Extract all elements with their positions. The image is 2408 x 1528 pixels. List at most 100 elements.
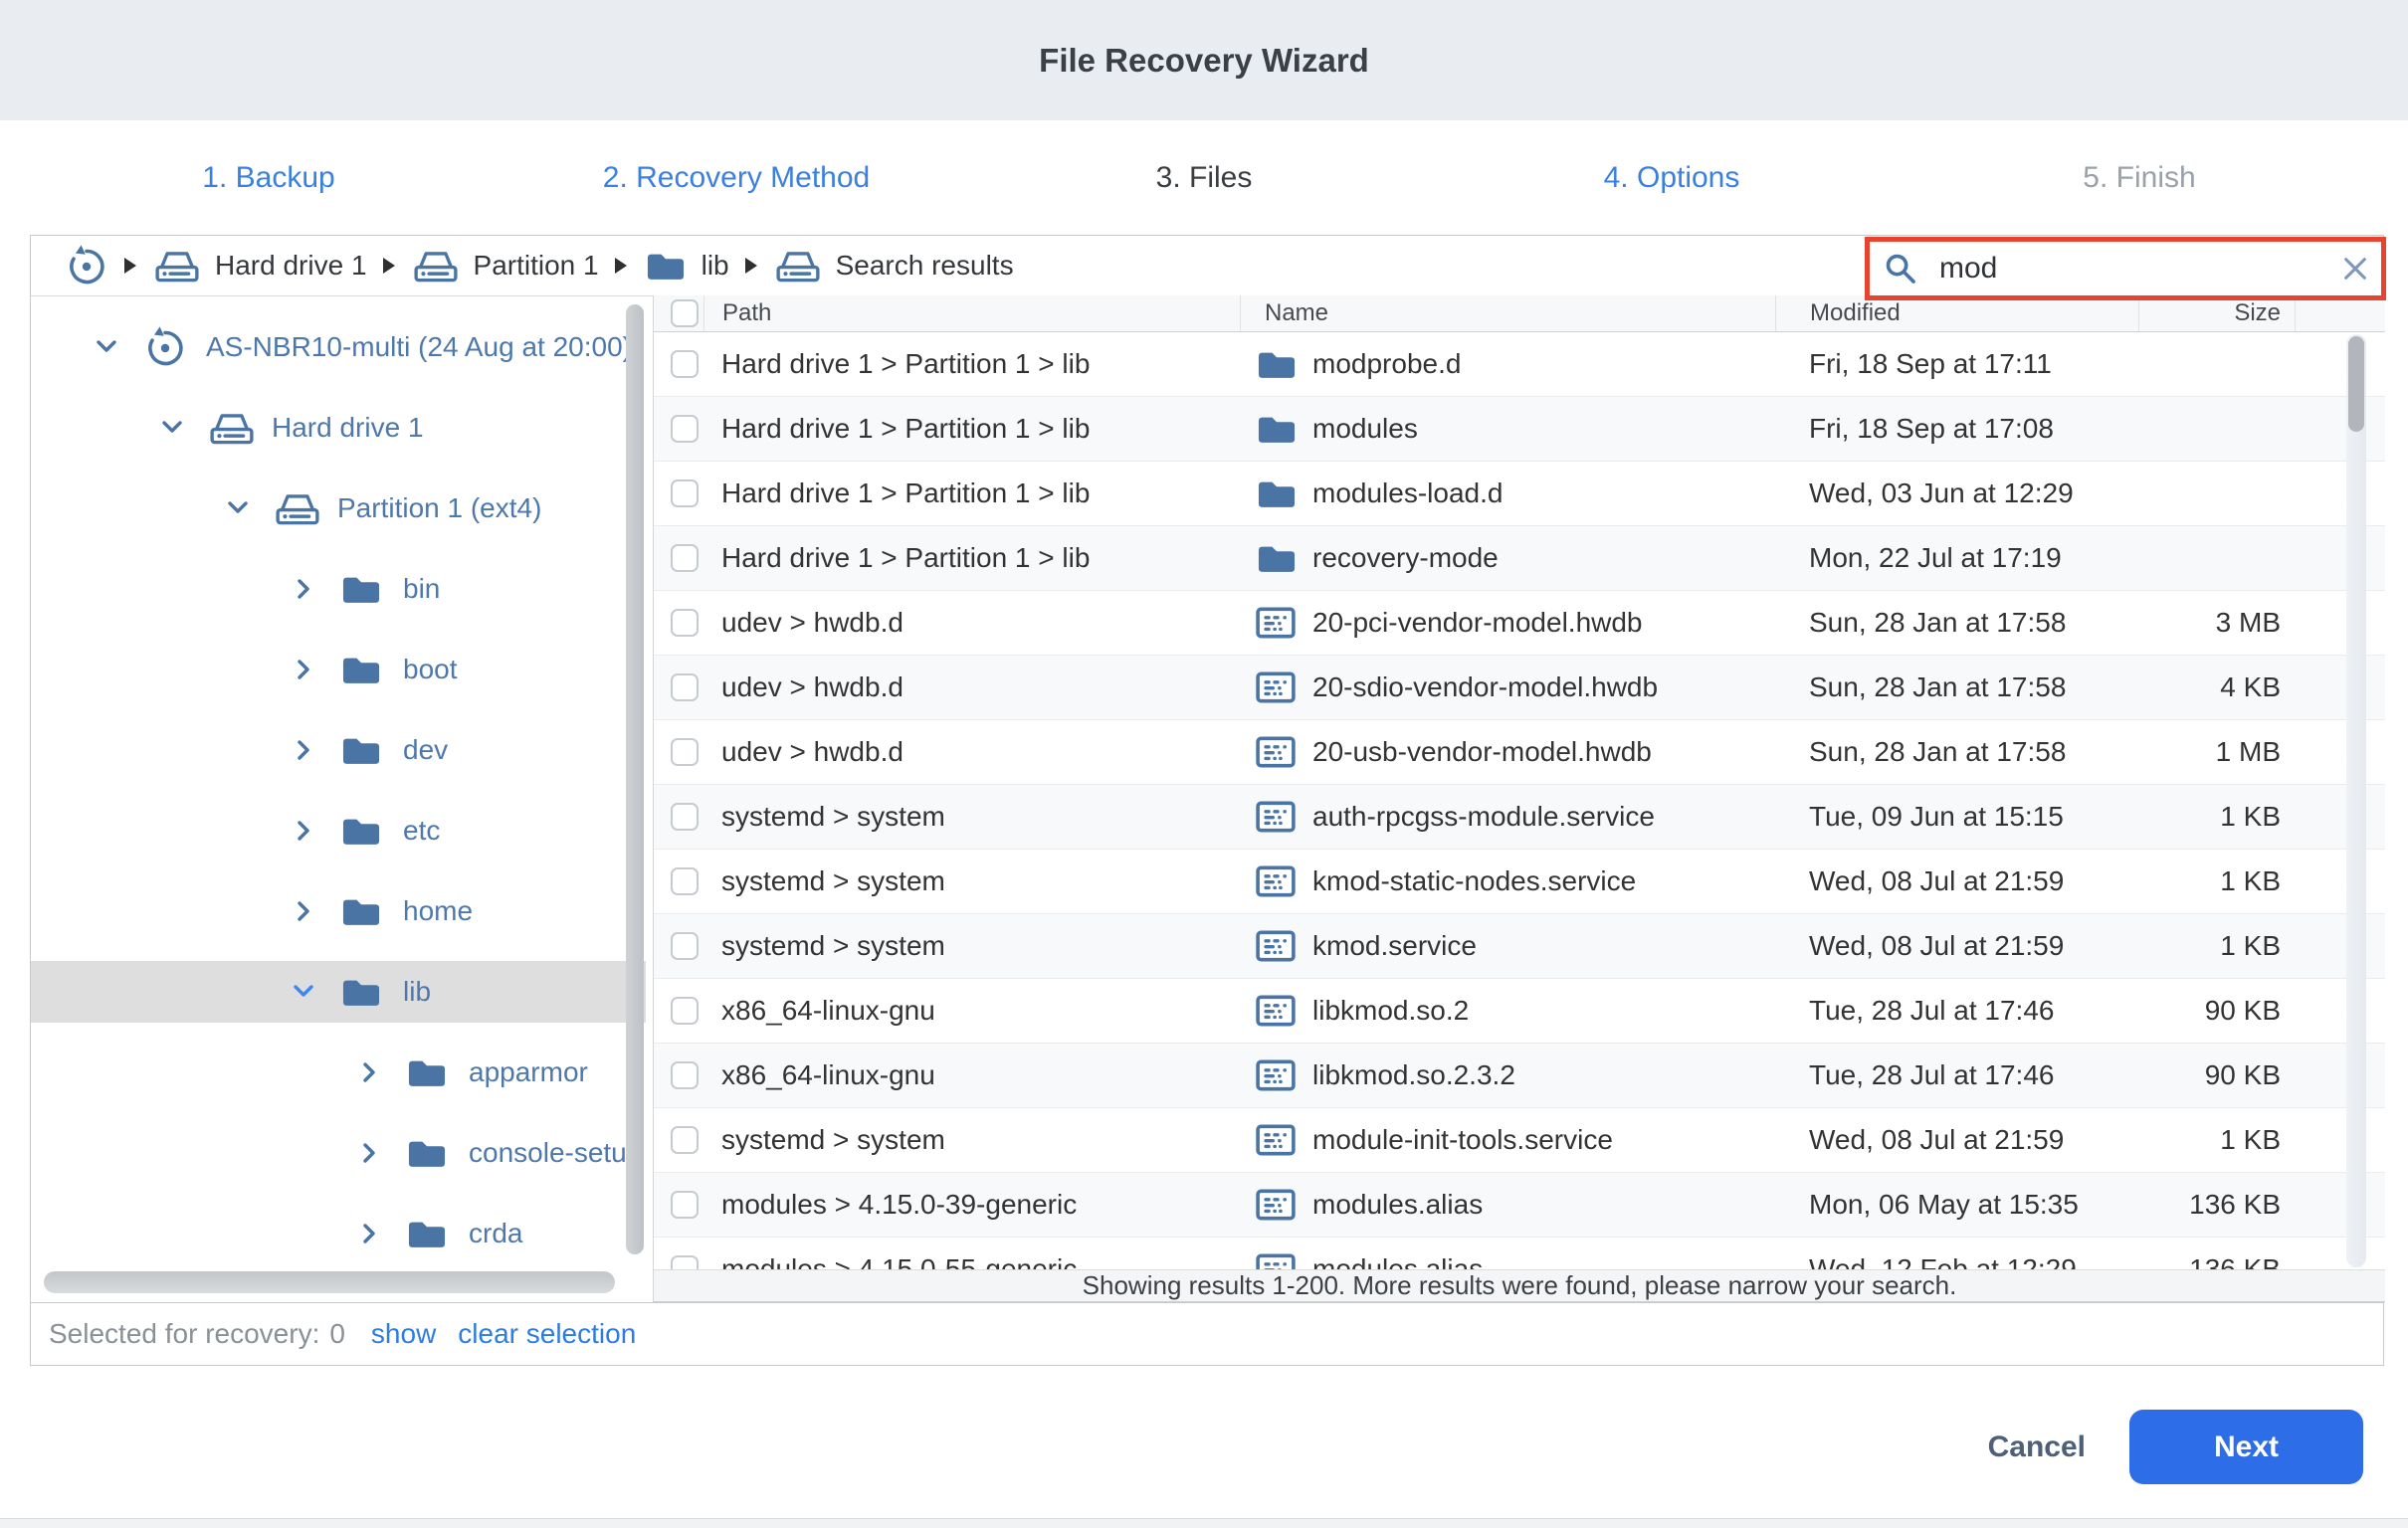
table-row[interactable]: systemd > system kmod-static-nodes.servi… — [654, 850, 2385, 914]
tree-item[interactable]: AS-NBR10-multi (24 Aug at 20:00) — [31, 316, 646, 378]
table-row[interactable]: modules > 4.15.0-39-generic modules.alia… — [654, 1173, 2385, 1238]
tree-item[interactable]: Hard drive 1 — [31, 397, 646, 459]
table-row[interactable]: systemd > system auth-rpcgss-module.serv… — [654, 785, 2385, 850]
breadcrumb-item[interactable]: Hard drive 1 — [124, 248, 367, 284]
hard-drive-icon — [154, 248, 200, 284]
column-header-modified[interactable]: Modified — [1775, 295, 2138, 331]
search-input[interactable] — [1939, 252, 2341, 286]
tree-expander[interactable] — [94, 334, 119, 360]
cell-name: libkmod.so.2 — [1240, 995, 1775, 1027]
row-checkbox[interactable] — [671, 1255, 699, 1269]
folder-icon — [406, 1137, 448, 1170]
step-tab-1[interactable]: 1. Backup — [35, 120, 502, 235]
tree-expander[interactable] — [225, 495, 251, 521]
table-row[interactable]: Hard drive 1 > Partition 1 > lib modprob… — [654, 332, 2385, 397]
search-box — [1865, 237, 2386, 300]
tree-expander[interactable] — [291, 818, 316, 844]
row-checkbox[interactable] — [671, 1061, 699, 1089]
step-tab-2[interactable]: 2. Recovery Method — [502, 120, 970, 235]
next-button[interactable]: Next — [2129, 1410, 2363, 1484]
tree-item[interactable]: dev — [31, 719, 646, 781]
row-checkbox[interactable] — [671, 932, 699, 960]
step-tab-3[interactable]: 3. Files — [970, 120, 1438, 235]
table-row[interactable]: systemd > system module-init-tools.servi… — [654, 1108, 2385, 1173]
step-tab-4[interactable]: 4. Options — [1438, 120, 1906, 235]
hard-drive-icon — [413, 248, 459, 284]
table-row[interactable]: udev > hwdb.d 20-pci-vendor-model.hwdb S… — [654, 591, 2385, 656]
row-checkbox[interactable] — [671, 544, 699, 572]
table-row[interactable]: udev > hwdb.d 20-usb-vendor-model.hwdb S… — [654, 720, 2385, 785]
breadcrumb-items: Hard drive 1 Partition 1 lib — [65, 244, 1030, 287]
chevron-down-icon — [159, 415, 185, 441]
tree-item[interactable]: crda — [31, 1203, 646, 1264]
clear-search-icon[interactable] — [2341, 255, 2369, 283]
tree-item[interactable]: console-setup — [31, 1122, 646, 1184]
tree-horizontal-scrollbar[interactable] — [44, 1271, 615, 1293]
file-icon — [1256, 1189, 1296, 1221]
tree-expander[interactable] — [291, 898, 316, 924]
row-checkbox[interactable] — [671, 1126, 699, 1154]
tree-expander[interactable] — [356, 1140, 382, 1166]
file-name: modules — [1312, 413, 1418, 445]
table-row[interactable]: Hard drive 1 > Partition 1 > lib recover… — [654, 526, 2385, 591]
tree-item-label: boot — [403, 654, 458, 685]
row-checkbox[interactable] — [671, 415, 699, 443]
tree-item[interactable]: bin — [31, 558, 646, 620]
cell-path: modules > 4.15.0-55-generic — [703, 1253, 1240, 1269]
tree-item[interactable]: apparmor — [31, 1042, 646, 1103]
breadcrumb-item[interactable] — [65, 244, 108, 287]
clear-selection-link[interactable]: clear selection — [458, 1318, 636, 1350]
table-row[interactable]: x86_64-linux-gnu libkmod.so.2.3.2 Tue, 2… — [654, 1044, 2385, 1108]
file-icon — [1256, 865, 1296, 897]
show-link[interactable]: show — [371, 1318, 436, 1350]
breadcrumb-label: Hard drive 1 — [215, 250, 367, 282]
tree-expander[interactable] — [291, 657, 316, 682]
breadcrumb-item[interactable]: Partition 1 — [383, 248, 599, 284]
column-header-name[interactable]: Name — [1240, 295, 1775, 331]
table-scrollbar-thumb[interactable] — [2348, 336, 2364, 432]
tree-item[interactable]: home — [31, 880, 646, 942]
row-checkbox[interactable] — [671, 738, 699, 766]
table-row[interactable]: Hard drive 1 > Partition 1 > lib modules… — [654, 462, 2385, 526]
cell-name: 20-sdio-vendor-model.hwdb — [1240, 671, 1775, 703]
tree-expander[interactable] — [291, 576, 316, 602]
tree-item[interactable]: etc — [31, 800, 646, 861]
tree-vertical-scrollbar[interactable] — [626, 304, 644, 1254]
tree-item[interactable]: lib — [31, 961, 646, 1023]
cell-modified: Sun, 28 Jan at 17:58 — [1775, 607, 2138, 639]
tree-item[interactable]: Partition 1 (ext4) — [31, 478, 646, 539]
row-checkbox[interactable] — [671, 803, 699, 831]
row-checkbox[interactable] — [671, 867, 699, 895]
file-name: recovery-mode — [1312, 542, 1499, 574]
row-checkbox[interactable] — [671, 350, 699, 378]
table-row[interactable]: Hard drive 1 > Partition 1 > lib modules… — [654, 397, 2385, 462]
file-icon — [1256, 671, 1296, 703]
table-row[interactable]: udev > hwdb.d 20-sdio-vendor-model.hwdb … — [654, 656, 2385, 720]
select-all-checkbox[interactable] — [671, 299, 699, 327]
row-checkbox[interactable] — [671, 1191, 699, 1219]
table-row[interactable]: systemd > system kmod.service Wed, 08 Ju… — [654, 914, 2385, 979]
row-checkbox[interactable] — [671, 479, 699, 507]
cancel-button[interactable]: Cancel — [1988, 1431, 2086, 1464]
hard-drive-icon — [775, 248, 821, 284]
row-checkbox[interactable] — [671, 673, 699, 701]
row-checkbox[interactable] — [671, 609, 699, 637]
column-header-path[interactable]: Path — [703, 295, 1240, 331]
table-row[interactable]: modules > 4.15.0-55-generic modules.alia… — [654, 1238, 2385, 1269]
cell-path: systemd > system — [703, 1124, 1240, 1156]
breadcrumb-item[interactable]: Search results — [745, 248, 1014, 284]
column-header-size[interactable]: Size — [2138, 295, 2295, 331]
table-row[interactable]: x86_64-linux-gnu libkmod.so.2 Tue, 28 Ju… — [654, 979, 2385, 1044]
tree-expander[interactable] — [356, 1059, 382, 1085]
row-checkbox[interactable] — [671, 997, 699, 1025]
tree-item[interactable]: boot — [31, 639, 646, 700]
tree-item-label: lib — [403, 976, 431, 1008]
tree-expander[interactable] — [291, 737, 316, 763]
table-scrollbar-track[interactable] — [2346, 334, 2366, 1267]
tree-expander[interactable] — [159, 415, 185, 441]
tree-item-label: etc — [403, 815, 440, 847]
breadcrumb-item[interactable]: lib — [615, 250, 729, 283]
tree-expander[interactable] — [356, 1221, 382, 1246]
recovery-point-icon — [65, 244, 108, 287]
tree-expander[interactable] — [291, 979, 316, 1005]
